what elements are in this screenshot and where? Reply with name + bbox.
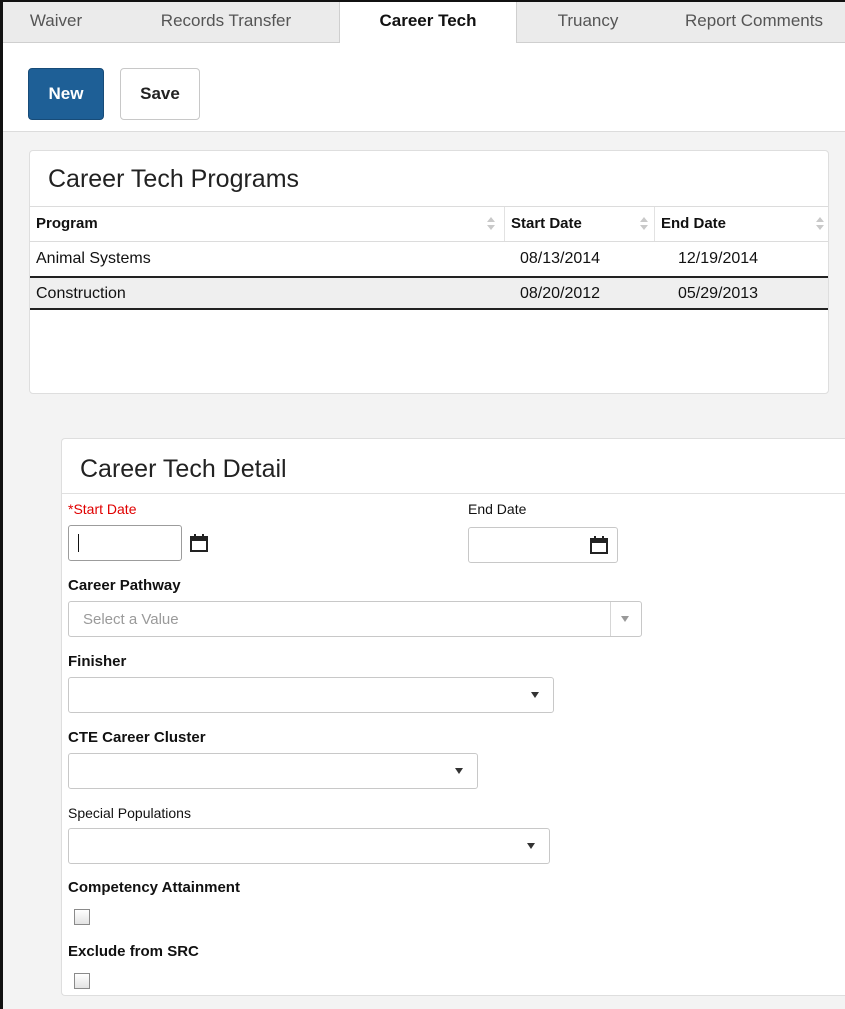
app-frame: Waiver Records Transfer Career Tech Trua… (0, 0, 845, 1009)
special-populations-select[interactable] (68, 828, 550, 864)
programs-grid: Program Start Date End Date Animal Syste… (30, 206, 828, 310)
special-populations-label: Special Populations (68, 805, 191, 821)
calendar-icon[interactable] (182, 525, 216, 561)
start-date-input[interactable] (68, 525, 182, 561)
exclude-from-src-label: Exclude from SRC (68, 943, 199, 960)
divider (62, 493, 845, 494)
text-cursor (78, 534, 79, 552)
select-divider (610, 602, 611, 636)
save-button[interactable]: Save (120, 68, 200, 120)
detail-panel-title: Career Tech Detail (80, 455, 287, 483)
chevron-down-icon (455, 768, 463, 774)
career-tech-detail-panel: Career Tech Detail *Start Date End Date … (61, 438, 845, 996)
cte-career-cluster-select[interactable] (68, 753, 478, 789)
column-header-end-date[interactable]: End Date (654, 207, 824, 241)
programs-panel-title: Career Tech Programs (48, 165, 300, 193)
career-pathway-placeholder: Select a Value (83, 611, 179, 628)
tab-records-transfer[interactable]: Records Transfer (131, 2, 321, 42)
sort-icon[interactable] (816, 217, 824, 231)
chevron-down-icon (531, 692, 539, 698)
column-label-start-date: Start Date (511, 215, 582, 232)
cte-career-cluster-label: CTE Career Cluster (68, 729, 206, 746)
cell-end-date: 05/29/2013 (678, 285, 759, 302)
column-header-program[interactable]: Program (30, 207, 500, 241)
finisher-label: Finisher (68, 653, 127, 670)
cell-program: Animal Systems (36, 250, 151, 267)
chevron-down-icon (527, 843, 535, 849)
sort-icon[interactable] (640, 217, 648, 231)
exclude-from-src-checkbox[interactable] (74, 973, 90, 989)
cell-start-date: 08/20/2012 (520, 285, 601, 302)
table-row[interactable]: Animal Systems 08/13/2014 12/19/2014 (30, 242, 828, 276)
competency-attainment-label: Competency Attainment (68, 879, 240, 896)
tab-report-comments[interactable]: Report Comments (663, 2, 845, 42)
new-button[interactable]: New (28, 68, 104, 120)
table-row-selected[interactable]: Construction 08/20/2012 05/29/2013 (30, 276, 828, 310)
column-label-end-date: End Date (661, 215, 727, 232)
column-header-start-date[interactable]: Start Date (504, 207, 649, 241)
start-date-label: *Start Date (68, 501, 137, 517)
column-label-program: Program (36, 215, 98, 232)
tab-career-tech[interactable]: Career Tech (339, 2, 517, 43)
action-toolbar: New Save (3, 43, 845, 132)
sort-icon[interactable] (487, 217, 495, 231)
end-date-label: End Date (468, 501, 527, 517)
calendar-icon[interactable] (582, 527, 616, 563)
career-tech-programs-panel: Career Tech Programs Program Start Date … (29, 150, 829, 394)
competency-attainment-checkbox[interactable] (74, 909, 90, 925)
programs-grid-header: Program Start Date End Date (30, 206, 828, 242)
tab-truancy[interactable]: Truancy (523, 2, 653, 42)
career-pathway-select[interactable]: Select a Value (68, 601, 642, 637)
cell-program: Construction (36, 285, 126, 302)
cell-start-date: 08/13/2014 (520, 250, 601, 267)
chevron-down-icon (621, 616, 629, 622)
tab-waiver[interactable]: Waiver (11, 2, 101, 42)
tab-bar: Waiver Records Transfer Career Tech Trua… (3, 2, 845, 43)
cell-end-date: 12/19/2014 (678, 250, 759, 267)
finisher-select[interactable] (68, 677, 554, 713)
career-pathway-label: Career Pathway (68, 577, 181, 594)
